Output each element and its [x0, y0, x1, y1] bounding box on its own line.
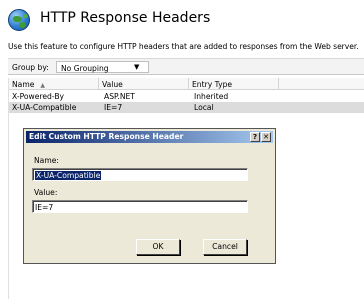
help-button[interactable]: ?	[250, 132, 260, 142]
group-by-label: Group by:	[12, 63, 49, 72]
globe-icon	[8, 9, 30, 31]
column-header-name[interactable]: Name ▲	[9, 78, 99, 90]
group-by-toolbar: Group by: No Grouping ▼	[8, 58, 364, 75]
row-value: ASP.NET	[104, 92, 135, 101]
row-entry-type: Local	[194, 103, 214, 112]
edit-header-dialog: Edit Custom HTTP Response Header ? ✕ Nam…	[23, 128, 276, 264]
value-field-value: IE=7	[35, 202, 54, 212]
cancel-button[interactable]: Cancel	[203, 239, 247, 255]
value-label: Value:	[34, 188, 58, 197]
name-label: Name:	[34, 156, 59, 165]
column-header-value[interactable]: Value	[99, 78, 189, 90]
page-title: HTTP Response Headers	[40, 10, 211, 26]
row-name: X-Powered-By	[12, 92, 65, 101]
close-icon[interactable]: ✕	[261, 132, 271, 142]
column-header-entry-type[interactable]: Entry Type	[189, 78, 279, 90]
group-by-select[interactable]: No Grouping ▼	[56, 61, 149, 73]
value-field[interactable]: IE=7	[32, 200, 248, 213]
dialog-titlebar[interactable]: Edit Custom HTTP Response Header ? ✕	[26, 131, 273, 143]
ok-button[interactable]: OK	[136, 239, 180, 255]
table-row[interactable]: X-UA-Compatible IE=7 Local	[9, 102, 364, 113]
chevron-down-icon[interactable]: ▼	[134, 63, 139, 71]
column-header-row: Name ▲ Value Entry Type	[9, 78, 364, 90]
name-field[interactable]: X-UA-Compatible	[32, 168, 248, 181]
page-header: HTTP Response Headers	[8, 7, 358, 33]
table-row[interactable]: X-Powered-By ASP.NET Inherited	[9, 91, 364, 102]
feature-description: Use this feature to configure HTTP heade…	[8, 42, 359, 51]
group-by-value: No Grouping	[61, 63, 109, 73]
row-entry-type: Inherited	[194, 92, 229, 101]
row-value: IE=7	[104, 103, 123, 112]
row-name: X-UA-Compatible	[12, 103, 77, 112]
name-field-value: X-UA-Compatible	[35, 170, 102, 180]
dialog-title: Edit Custom HTTP Response Header	[29, 132, 184, 141]
sort-ascending-icon: ▲	[40, 81, 46, 89]
